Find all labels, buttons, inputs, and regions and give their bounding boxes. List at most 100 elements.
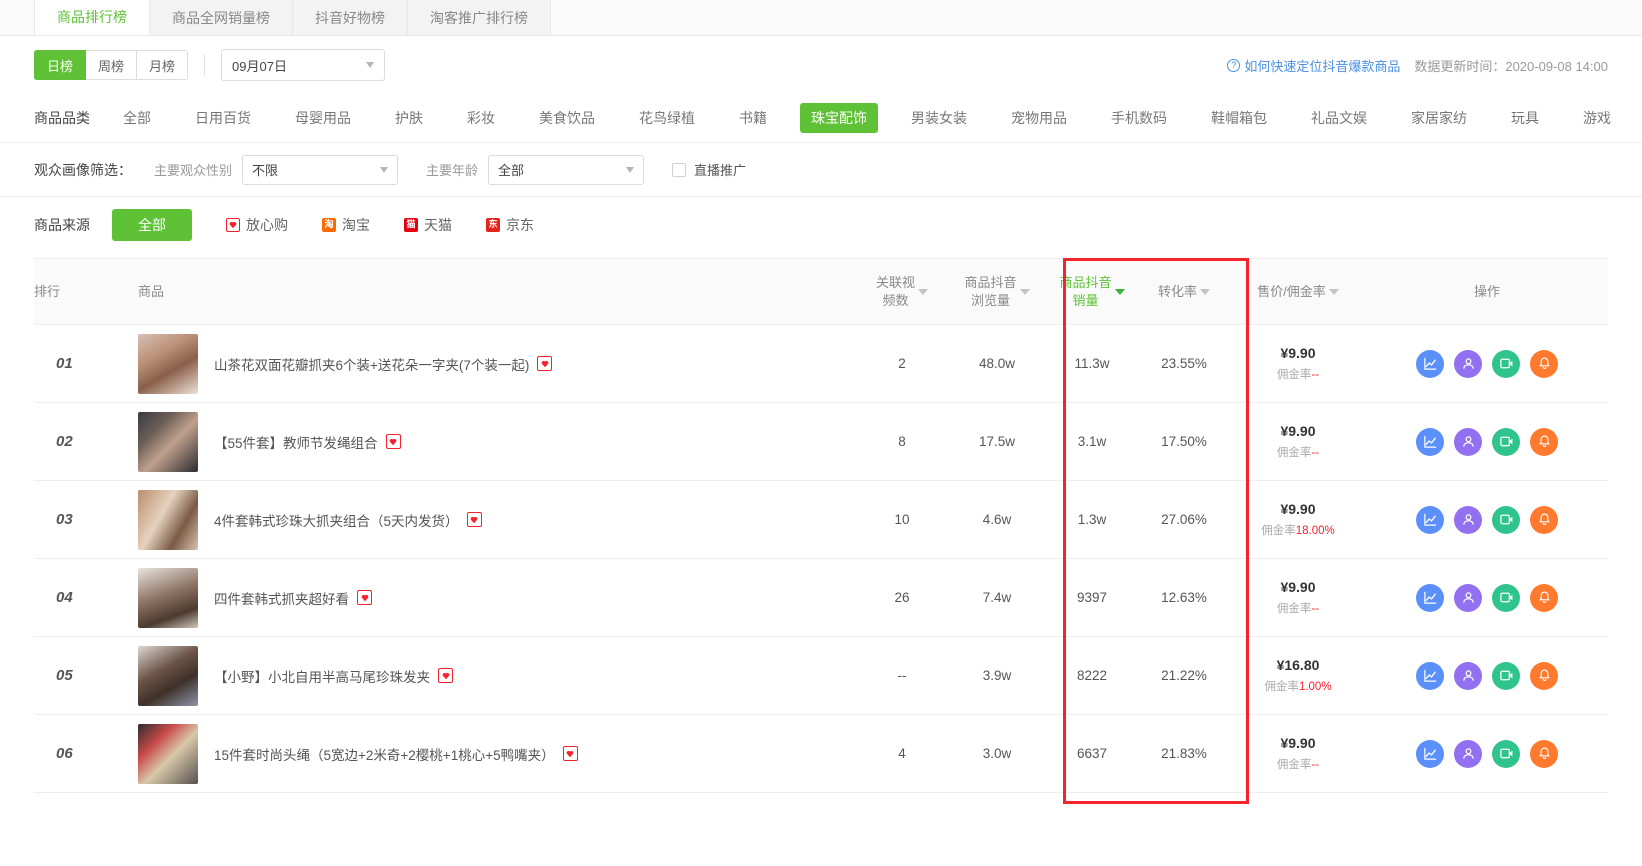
col-header-price-commission[interactable]: 售价/佣金率 bbox=[1230, 258, 1366, 325]
tab-label: 商品全网销量榜 bbox=[172, 9, 270, 26]
product-thumbnail[interactable] bbox=[138, 489, 198, 550]
product-title-wrap[interactable]: 15件套时尚头绳（5宽边+2米奇+2樱桃+1桃心+5鸭嘴夹） bbox=[214, 744, 578, 764]
category-item-maternal[interactable]: 母婴用品 bbox=[284, 103, 362, 133]
source-item-tmall[interactable]: 猫 天猫 bbox=[404, 215, 452, 235]
col-header-sales[interactable]: 商品抖音 销量 bbox=[1046, 258, 1138, 325]
source-item-taobao[interactable]: 淘 淘宝 bbox=[322, 215, 370, 235]
video-play-icon[interactable] bbox=[1492, 739, 1520, 768]
trend-chart-icon[interactable] bbox=[1416, 427, 1444, 456]
fangxingou-icon bbox=[357, 590, 372, 605]
source-item-all[interactable]: 全部 bbox=[112, 208, 192, 241]
audience-person-icon[interactable] bbox=[1454, 349, 1482, 378]
audience-person-icon[interactable] bbox=[1454, 427, 1482, 456]
alert-bell-icon[interactable] bbox=[1530, 739, 1558, 768]
live-promo-checkbox[interactable]: 直播推广 bbox=[672, 160, 746, 179]
video-play-icon[interactable] bbox=[1492, 427, 1520, 456]
category-item-home-textile[interactable]: 家居家纺 bbox=[1400, 103, 1478, 133]
video-play-icon[interactable] bbox=[1492, 349, 1520, 378]
alert-bell-icon[interactable] bbox=[1530, 661, 1558, 690]
source-label: 天猫 bbox=[424, 216, 452, 233]
product-title-wrap[interactable]: 山茶花双面花瓣抓夹6个装+送花朵一字夹(7个装一起) bbox=[214, 354, 553, 374]
video-play-icon[interactable] bbox=[1492, 661, 1520, 690]
period-monthly-button[interactable]: 月榜 bbox=[137, 50, 189, 80]
help-link[interactable]: ? 如何快速定位抖音爆款商品 bbox=[1227, 56, 1400, 75]
category-item-toys[interactable]: 玩具 bbox=[1500, 103, 1550, 133]
audience-person-icon[interactable] bbox=[1454, 505, 1482, 534]
sort-descending-icon[interactable] bbox=[1200, 288, 1210, 295]
category-item-games[interactable]: 游戏 bbox=[1572, 103, 1622, 133]
trend-chart-icon[interactable] bbox=[1416, 739, 1444, 768]
tab-全网销量榜[interactable]: 商品全网销量榜 bbox=[150, 0, 293, 35]
product-thumbnail[interactable] bbox=[138, 567, 198, 628]
product-title-wrap[interactable]: 【55件套】教师节发绳组合 bbox=[214, 432, 401, 452]
category-item-makeup[interactable]: 彩妆 bbox=[456, 103, 506, 133]
gender-select[interactable]: 不限 bbox=[242, 154, 399, 185]
cell-price-commission: ¥9.90 佣金率-- bbox=[1230, 558, 1366, 637]
col-header-views[interactable]: 商品抖音 浏览量 bbox=[948, 258, 1046, 325]
tab-product-ranking[interactable]: 商品排行榜 bbox=[34, 0, 150, 35]
category-item-digital[interactable]: 手机数码 bbox=[1100, 103, 1178, 133]
alert-bell-icon[interactable] bbox=[1530, 505, 1558, 534]
product-title-wrap[interactable]: 四件套韩式抓夹超好看 bbox=[214, 588, 372, 608]
age-select[interactable]: 全部 bbox=[488, 154, 645, 185]
col-label-line2: 销量 bbox=[1072, 292, 1099, 308]
cell-product: 【55件套】教师节发绳组合 bbox=[138, 402, 856, 481]
product-title-wrap[interactable]: 【小野】小北自用半高马尾珍珠发夹 bbox=[214, 666, 453, 686]
sort-descending-icon[interactable] bbox=[1328, 288, 1339, 295]
source-filter-row: 商品来源 全部 放心购 淘 淘宝 猫 天猫 东 京东 bbox=[0, 196, 1642, 252]
audience-person-icon[interactable] bbox=[1454, 739, 1482, 768]
category-item-pet[interactable]: 宠物用品 bbox=[1000, 103, 1078, 133]
table-row[interactable]: 04 四件套韩式抓夹超好看 26 7.4w 9397 12.63% ¥9.90 … bbox=[34, 558, 1608, 637]
table-row[interactable]: 03 4件套韩式珍珠大抓夹组合（5天内发货） 10 4.6w 1.3w 27.0… bbox=[34, 480, 1608, 559]
table-row[interactable]: 05 【小野】小北自用半高马尾珍珠发夹 -- 3.9w 8222 21.22% … bbox=[34, 636, 1608, 715]
col-header-video-count[interactable]: 关联视 频数 bbox=[856, 258, 948, 325]
product-thumbnail[interactable] bbox=[138, 411, 198, 472]
trend-chart-icon[interactable] bbox=[1416, 583, 1444, 612]
category-item-food-drink[interactable]: 美食饮品 bbox=[528, 103, 606, 133]
video-play-icon[interactable] bbox=[1492, 505, 1520, 534]
product-thumbnail[interactable] bbox=[138, 333, 198, 394]
period-weekly-button[interactable]: 周榜 bbox=[86, 50, 138, 80]
category-item-jewelry[interactable]: 珠宝配饰 bbox=[800, 103, 878, 133]
source-item-fangxingou[interactable]: 放心购 bbox=[226, 215, 288, 235]
date-select-value: 09月07日 bbox=[232, 58, 287, 74]
video-play-icon[interactable] bbox=[1492, 583, 1520, 612]
alert-bell-icon[interactable] bbox=[1530, 349, 1558, 378]
commission-value: 18.00% bbox=[1295, 525, 1335, 537]
cell-product: 15件套时尚头绳（5宽边+2米奇+2樱桃+1桃心+5鸭嘴夹） bbox=[138, 714, 856, 793]
sort-descending-icon[interactable] bbox=[918, 288, 928, 295]
category-item-daily-goods[interactable]: 日用百货 bbox=[184, 103, 262, 133]
table-row[interactable]: 01 山茶花双面花瓣抓夹6个装+送花朵一字夹(7个装一起) 2 48.0w 11… bbox=[34, 324, 1608, 403]
category-filter-label: 商品品类 bbox=[34, 110, 90, 126]
category-item-plants[interactable]: 花鸟绿植 bbox=[628, 103, 706, 133]
trend-chart-icon[interactable] bbox=[1416, 661, 1444, 690]
alert-bell-icon[interactable] bbox=[1530, 583, 1558, 612]
sort-descending-icon[interactable] bbox=[1114, 288, 1125, 295]
audience-person-icon[interactable] bbox=[1454, 661, 1482, 690]
category-item-gifts[interactable]: 礼品文娱 bbox=[1300, 103, 1378, 133]
source-item-jd[interactable]: 东 京东 bbox=[486, 215, 534, 235]
tab-douyin-good-goods[interactable]: 抖音好物榜 bbox=[293, 0, 408, 35]
trend-chart-icon[interactable] bbox=[1416, 349, 1444, 378]
table-row[interactable]: 06 15件套时尚头绳（5宽边+2米奇+2樱桃+1桃心+5鸭嘴夹） 4 3.0w… bbox=[34, 714, 1608, 793]
col-header-conversion[interactable]: 转化率 bbox=[1138, 258, 1230, 325]
audience-person-icon[interactable] bbox=[1454, 583, 1482, 612]
cell-video-count: -- bbox=[856, 636, 948, 715]
product-title: 15件套时尚头绳（5宽边+2米奇+2樱桃+1桃心+5鸭嘴夹） bbox=[214, 747, 555, 763]
category-item-skincare[interactable]: 护肤 bbox=[384, 103, 434, 133]
tab-taoke-promotion[interactable]: 淘客推广排行榜 bbox=[408, 0, 551, 35]
trend-chart-icon[interactable] bbox=[1416, 505, 1444, 534]
table-row[interactable]: 02 【55件套】教师节发绳组合 8 17.5w 3.1w 17.50% ¥9.… bbox=[34, 402, 1608, 481]
product-thumbnail[interactable] bbox=[138, 723, 198, 784]
category-item-shoes-bags[interactable]: 鞋帽箱包 bbox=[1200, 103, 1278, 133]
product-thumbnail[interactable] bbox=[138, 645, 198, 706]
category-item-all[interactable]: 全部 bbox=[112, 103, 162, 133]
period-daily-button[interactable]: 日榜 bbox=[34, 50, 87, 80]
product-title-wrap[interactable]: 4件套韩式珍珠大抓夹组合（5天内发货） bbox=[214, 510, 482, 530]
price-value: ¥9.90 bbox=[1280, 501, 1316, 517]
category-item-clothing[interactable]: 男装女装 bbox=[900, 103, 978, 133]
sort-descending-icon[interactable] bbox=[1019, 288, 1030, 295]
category-item-books[interactable]: 书籍 bbox=[728, 103, 778, 133]
alert-bell-icon[interactable] bbox=[1530, 427, 1558, 456]
date-select[interactable]: 09月07日 bbox=[221, 49, 386, 81]
